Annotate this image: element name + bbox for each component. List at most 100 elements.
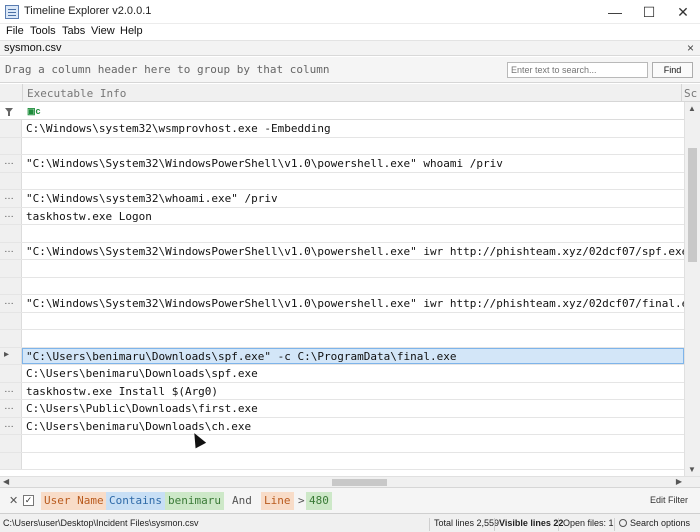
table-row[interactable]: [0, 330, 684, 348]
filter-field-user-name[interactable]: User Name: [41, 492, 107, 510]
executable-info-cell[interactable]: taskhostw.exe Install $(Arg0): [22, 383, 684, 400]
table-row[interactable]: … taskhostw.exe Logon: [0, 207, 684, 225]
table-row[interactable]: [0, 277, 684, 295]
scroll-up-icon[interactable]: ▲: [688, 104, 696, 113]
table-row[interactable]: C:\Users\benimaru\Downloads\spf.exe: [0, 365, 684, 383]
filter-joiner[interactable]: And: [232, 492, 252, 510]
status-file-path: C:\Users\user\Desktop\Incident Files\sys…: [3, 518, 199, 528]
minimize-button[interactable]: —: [598, 0, 632, 24]
table-row[interactable]: … "C:\Windows\System32\WindowsPowerShell\…: [0, 155, 684, 173]
row-indicator[interactable]: …: [0, 400, 22, 417]
table-row[interactable]: … "C:\Windows\System32\WindowsPowerShell\…: [0, 242, 684, 260]
executable-info-cell[interactable]: C:\Users\benimaru\Downloads\ch.exe: [22, 418, 684, 435]
edit-filter-link[interactable]: Edit Filter: [650, 495, 688, 505]
vertical-scroll-thumb[interactable]: [688, 148, 697, 262]
filter-enabled-checkbox[interactable]: ✓: [23, 495, 34, 506]
executable-info-cell[interactable]: "C:\Windows\System32\WindowsPowerShell\v…: [22, 243, 684, 260]
executable-info-cell[interactable]: "C:\Windows\System32\WindowsPowerShell\v…: [22, 155, 684, 172]
row-indicator[interactable]: ▸: [0, 347, 22, 364]
filter-value-480[interactable]: 480: [306, 492, 332, 510]
row-indicator[interactable]: …: [0, 417, 22, 434]
scroll-right-icon[interactable]: ▶: [676, 477, 682, 486]
row-indicator[interactable]: [0, 137, 22, 154]
executable-info-cell[interactable]: C:\Users\benimaru\Downloads\spf.exe: [22, 365, 684, 382]
executable-info-cell[interactable]: [22, 313, 684, 330]
row-indicator[interactable]: [0, 120, 22, 137]
menu-bar: File Tools Tabs View Help: [0, 24, 700, 40]
tab-sysmon-csv[interactable]: sysmon.csv: [4, 42, 61, 54]
executable-info-cell[interactable]: [22, 435, 684, 452]
close-button[interactable]: ✕: [666, 0, 700, 24]
horizontal-scroll-thumb[interactable]: [332, 479, 387, 486]
horizontal-scrollbar[interactable]: ◀ ▶: [0, 476, 700, 487]
filter-value-benimaru[interactable]: benimaru: [165, 492, 224, 510]
row-indicator[interactable]: [0, 330, 22, 347]
menu-tools[interactable]: Tools: [30, 25, 56, 37]
executable-info-cell[interactable]: taskhostw.exe Logon: [22, 208, 684, 225]
row-indicator[interactable]: [0, 435, 22, 452]
table-row[interactable]: ▸ "C:\Users\benimaru\Downloads\spf.exe" -…: [0, 347, 684, 365]
executable-info-cell[interactable]: [22, 278, 684, 295]
executable-info-cell[interactable]: [22, 173, 684, 190]
executable-info-cell[interactable]: "C:\Users\benimaru\Downloads\spf.exe" -c…: [22, 347, 684, 364]
contains-filter-icon[interactable]: ▣c: [27, 106, 41, 117]
executable-info-cell[interactable]: [22, 225, 684, 242]
row-indicator[interactable]: …: [0, 382, 22, 399]
menu-file[interactable]: File: [6, 25, 24, 37]
row-indicator[interactable]: …: [0, 190, 22, 207]
menu-view[interactable]: View: [91, 25, 115, 37]
row-indicator[interactable]: …: [0, 242, 22, 259]
maximize-button[interactable]: ☐: [632, 0, 666, 24]
executable-info-cell[interactable]: C:\Windows\system32\wsmprovhost.exe -Emb…: [22, 120, 684, 137]
table-row[interactable]: C:\Windows\system32\wsmprovhost.exe -Emb…: [0, 120, 684, 138]
search-options-button[interactable]: Search options: [614, 518, 690, 531]
scroll-left-icon[interactable]: ◀: [3, 477, 9, 486]
table-row[interactable]: … "C:\Windows\System32\WindowsPowerShell\…: [0, 295, 684, 313]
table-row[interactable]: [0, 312, 684, 330]
executable-info-cell[interactable]: "C:\Windows\System32\WindowsPowerShell\v…: [22, 295, 684, 312]
row-indicator[interactable]: [0, 225, 22, 242]
search-input[interactable]: [507, 62, 648, 78]
table-row[interactable]: … taskhostw.exe Install $(Arg0): [0, 382, 684, 400]
status-bar: C:\Users\user\Desktop\Incident Files\sys…: [0, 513, 700, 532]
row-indicator[interactable]: [0, 452, 22, 469]
filter-operator-contains[interactable]: Contains: [106, 492, 165, 510]
row-indicator[interactable]: [0, 277, 22, 294]
executable-info-cell[interactable]: C:\Users\Public\Downloads\first.exe: [22, 400, 684, 417]
vertical-scrollbar[interactable]: ▲ ▼: [684, 102, 700, 476]
row-indicator[interactable]: [0, 312, 22, 329]
tab-close-icon[interactable]: ×: [687, 41, 694, 55]
executable-info-cell[interactable]: "C:\Windows\system32\whoami.exe" /priv: [22, 190, 684, 207]
table-row[interactable]: [0, 172, 684, 190]
clear-filter-icon[interactable]: ✕: [9, 494, 18, 507]
row-indicator[interactable]: …: [0, 295, 22, 312]
table-row[interactable]: … C:\Users\benimaru\Downloads\ch.exe: [0, 417, 684, 435]
menu-help[interactable]: Help: [120, 25, 143, 37]
group-hint: Drag a column header here to group by th…: [5, 63, 330, 76]
column-header-executable-info[interactable]: Executable Info: [22, 84, 682, 102]
funnel-icon[interactable]: [5, 108, 13, 116]
filter-field-line[interactable]: Line: [261, 492, 294, 510]
table-row[interactable]: [0, 452, 684, 470]
row-indicator[interactable]: …: [0, 207, 22, 224]
table-row[interactable]: … "C:\Windows\system32\whoami.exe" /priv: [0, 190, 684, 208]
executable-info-cell[interactable]: [22, 330, 684, 347]
tab-strip: sysmon.csv ×: [0, 40, 700, 56]
row-indicator[interactable]: [0, 172, 22, 189]
menu-tabs[interactable]: Tabs: [62, 25, 85, 37]
table-row[interactable]: [0, 435, 684, 453]
column-header-label: Executable Info: [27, 87, 127, 100]
row-indicator[interactable]: …: [0, 155, 22, 172]
table-row[interactable]: [0, 260, 684, 278]
row-indicator[interactable]: [0, 260, 22, 277]
table-row[interactable]: [0, 225, 684, 243]
find-button[interactable]: Find: [652, 62, 693, 78]
table-row[interactable]: [0, 137, 684, 155]
scroll-down-icon[interactable]: ▼: [688, 465, 696, 474]
executable-info-cell[interactable]: [22, 453, 684, 470]
table-row[interactable]: … C:\Users\Public\Downloads\first.exe: [0, 400, 684, 418]
executable-info-cell[interactable]: [22, 138, 684, 155]
row-indicator[interactable]: [0, 365, 22, 382]
executable-info-cell[interactable]: [22, 260, 684, 277]
column-header-next[interactable]: Sc: [684, 87, 697, 100]
